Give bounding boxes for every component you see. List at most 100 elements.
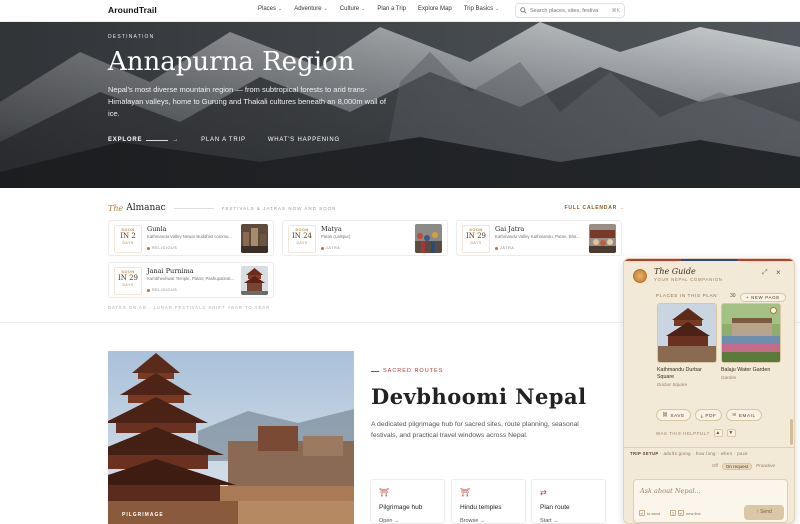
tab-off[interactable]: Off [712, 463, 718, 470]
chevron-down-icon: ⌄ [361, 6, 366, 12]
email-button[interactable]: ✉ EMAIL [726, 409, 762, 421]
place-card[interactable]: Kathmandu Durbar Square Durbar Square [657, 303, 719, 387]
feature-label: Hindu temples [460, 504, 502, 511]
days-count: IN 2 [120, 232, 136, 240]
place-image [657, 303, 717, 363]
shift-key-icon: ⇧ [670, 510, 676, 516]
menu-culture[interactable]: Culture ⌄ [340, 6, 366, 12]
days-count: IN 29 [117, 274, 139, 282]
guide-logo [633, 269, 647, 283]
pdf-label: PDF [705, 412, 717, 418]
festival-card[interactable]: SOON IN 29 DAYS Janai Purnima Kumbheshwa… [108, 262, 274, 298]
close-icon[interactable]: × [776, 268, 781, 277]
menu-label: Adventure [294, 6, 322, 12]
trip-setup[interactable]: TRIP SETUP · adults going · how long · w… [630, 451, 748, 456]
place-name: Balaju Water Garden [721, 367, 771, 373]
festival-place: Kumbheshwar Temple, Patan; Pashupatinat.… [147, 276, 235, 281]
search-input[interactable]: Search places, sites, festiva ⌘K [515, 3, 625, 18]
menu-trip-basics[interactable]: Trip Basics ⌄ [464, 6, 500, 12]
hero-links: EXPLORE → PLAN A TRIP WHAT'S HAPPENING [108, 137, 340, 143]
hindu-temples-card[interactable]: ⛩ Hindu temples Browse → [451, 479, 526, 524]
guide-actions: ⛓ SAVE ⤓ PDF ✉ EMAIL [656, 409, 762, 421]
festival-name: Gai Jatra [495, 225, 525, 233]
guide-panel: The Guide YOUR NEPAL COMPANION ⤢ × PLACE… [623, 258, 795, 524]
newline-hint-label: new line [686, 510, 701, 516]
festival-name: Matya [321, 225, 342, 233]
festival-place: Kathmandu Valley Kathmandu, Patan, Bha..… [495, 234, 580, 239]
tag-label: RELIGIOUS [152, 246, 178, 250]
festival-place: Kathmandu Valley Newar Buddhist commu... [147, 234, 232, 239]
hero-banner: DESTINATION Annapurna Region Nepal's mos… [0, 22, 800, 188]
place-image [721, 303, 781, 363]
days-label: DAYS [122, 241, 134, 245]
plan-route-card[interactable]: ⇄ Plan route Start → [531, 479, 606, 524]
plan-a-trip-link[interactable]: PLAN A TRIP [201, 137, 246, 143]
pdf-button[interactable]: ⤓ PDF [694, 409, 723, 421]
full-calendar-link[interactable]: FULL CALENDAR → [564, 205, 625, 211]
torii-icon: ⛩ [460, 488, 471, 497]
kicker-label: SACRED ROUTES [383, 368, 444, 374]
mode-tabs: Off On request Proactive [712, 463, 775, 470]
divider-line [173, 207, 214, 209]
chat-input[interactable]: Ask about Nepal... ↵ to send ⇧ ↵ new line ↑… [633, 479, 788, 523]
tag-label: RELIGIOUS [152, 288, 178, 292]
thumbs-down-icon[interactable]: ▼ [726, 429, 736, 437]
feature-label: Pilgrimage hub [379, 504, 423, 511]
places-label: PLACES IN THIS PLAN [656, 293, 718, 298]
flag-stripe [624, 259, 794, 261]
tag-dot [147, 288, 150, 292]
expand-icon[interactable]: ⤢ [762, 269, 768, 277]
send-hint-label: to send [647, 510, 661, 516]
hero-title: Annapurna Region [108, 47, 355, 77]
kicker-dash [371, 370, 379, 372]
route-icon: ⇄ [540, 488, 547, 497]
feature-link[interactable]: Open → [379, 518, 399, 524]
pin-icon[interactable] [770, 307, 777, 314]
place-name: Kathmandu Durbar Square [657, 367, 702, 380]
scrollbar[interactable] [790, 419, 793, 445]
enter-key-icon: ↵ [639, 510, 645, 516]
save-label: SAVE [670, 412, 685, 418]
section-title: Devbhoomi Nepal [371, 384, 587, 409]
place-card[interactable]: Balaju Water Garden Garden [721, 303, 783, 380]
feedback-row: WAS THIS HELPFUL? ▲ ▼ [656, 429, 736, 437]
temple-image [108, 351, 354, 524]
days-label: DAYS [296, 241, 308, 245]
menu-adventure[interactable]: Adventure ⌄ [294, 6, 328, 12]
festival-card[interactable]: SOON IN 24 DAYS Matya Patan (Lalitpur) J… [282, 220, 448, 256]
feature-link[interactable]: Browse → [460, 518, 485, 524]
tab-proactive[interactable]: Proactive [756, 463, 775, 470]
section-kicker: SACRED ROUTES [371, 368, 443, 374]
days-label: DAYS [122, 283, 134, 287]
chat-placeholder: Ask about Nepal... [640, 487, 701, 495]
thumbs-up-icon[interactable]: ▲ [713, 429, 723, 437]
menu-explore-map[interactable]: Explore Map [418, 6, 452, 12]
menu-label: Explore Map [418, 6, 452, 12]
festival-tag: RELIGIOUS [147, 246, 177, 250]
days-label: DAYS [470, 241, 482, 245]
festival-card[interactable]: SOON IN 29 DAYS Gai Jatra Kathmandu Vall… [456, 220, 622, 256]
tag-label: JATRA [326, 246, 341, 250]
festival-name: Gunla [147, 225, 167, 233]
festival-place: Patan (Lalitpur) [321, 234, 351, 239]
download-icon: ⤓ [700, 412, 704, 418]
days-count: IN 24 [291, 232, 313, 240]
new-page-button[interactable]: + NEW PAGE [740, 293, 786, 302]
explore-link[interactable]: EXPLORE → [108, 137, 179, 143]
pilgrimage-hub-card[interactable]: ⛩ Pilgrimage hub Open → [370, 479, 445, 524]
menu-places[interactable]: Places ⌄ [258, 6, 282, 12]
search-icon [520, 7, 527, 14]
place-type: Durbar Square [657, 382, 688, 387]
site-logo[interactable]: AroundTrail [108, 5, 157, 15]
festival-tag: RELIGIOUS [147, 288, 177, 292]
festival-card[interactable]: SOON IN 2 DAYS Gunla Kathmandu Valley Ne… [108, 220, 274, 256]
save-button[interactable]: ⛓ SAVE [656, 409, 691, 421]
tag-dot [495, 246, 498, 250]
whats-happening-link[interactable]: WHAT'S HAPPENING [268, 137, 340, 143]
torii-icon: ⛩ [379, 488, 390, 497]
feature-link[interactable]: Start → [540, 518, 559, 524]
send-button[interactable]: ↑ Send [744, 505, 784, 520]
menu-plan-a-trip[interactable]: Plan a Trip [377, 6, 406, 12]
tag-label: JATRA [500, 246, 515, 250]
tab-on-request[interactable]: On request [721, 463, 753, 470]
